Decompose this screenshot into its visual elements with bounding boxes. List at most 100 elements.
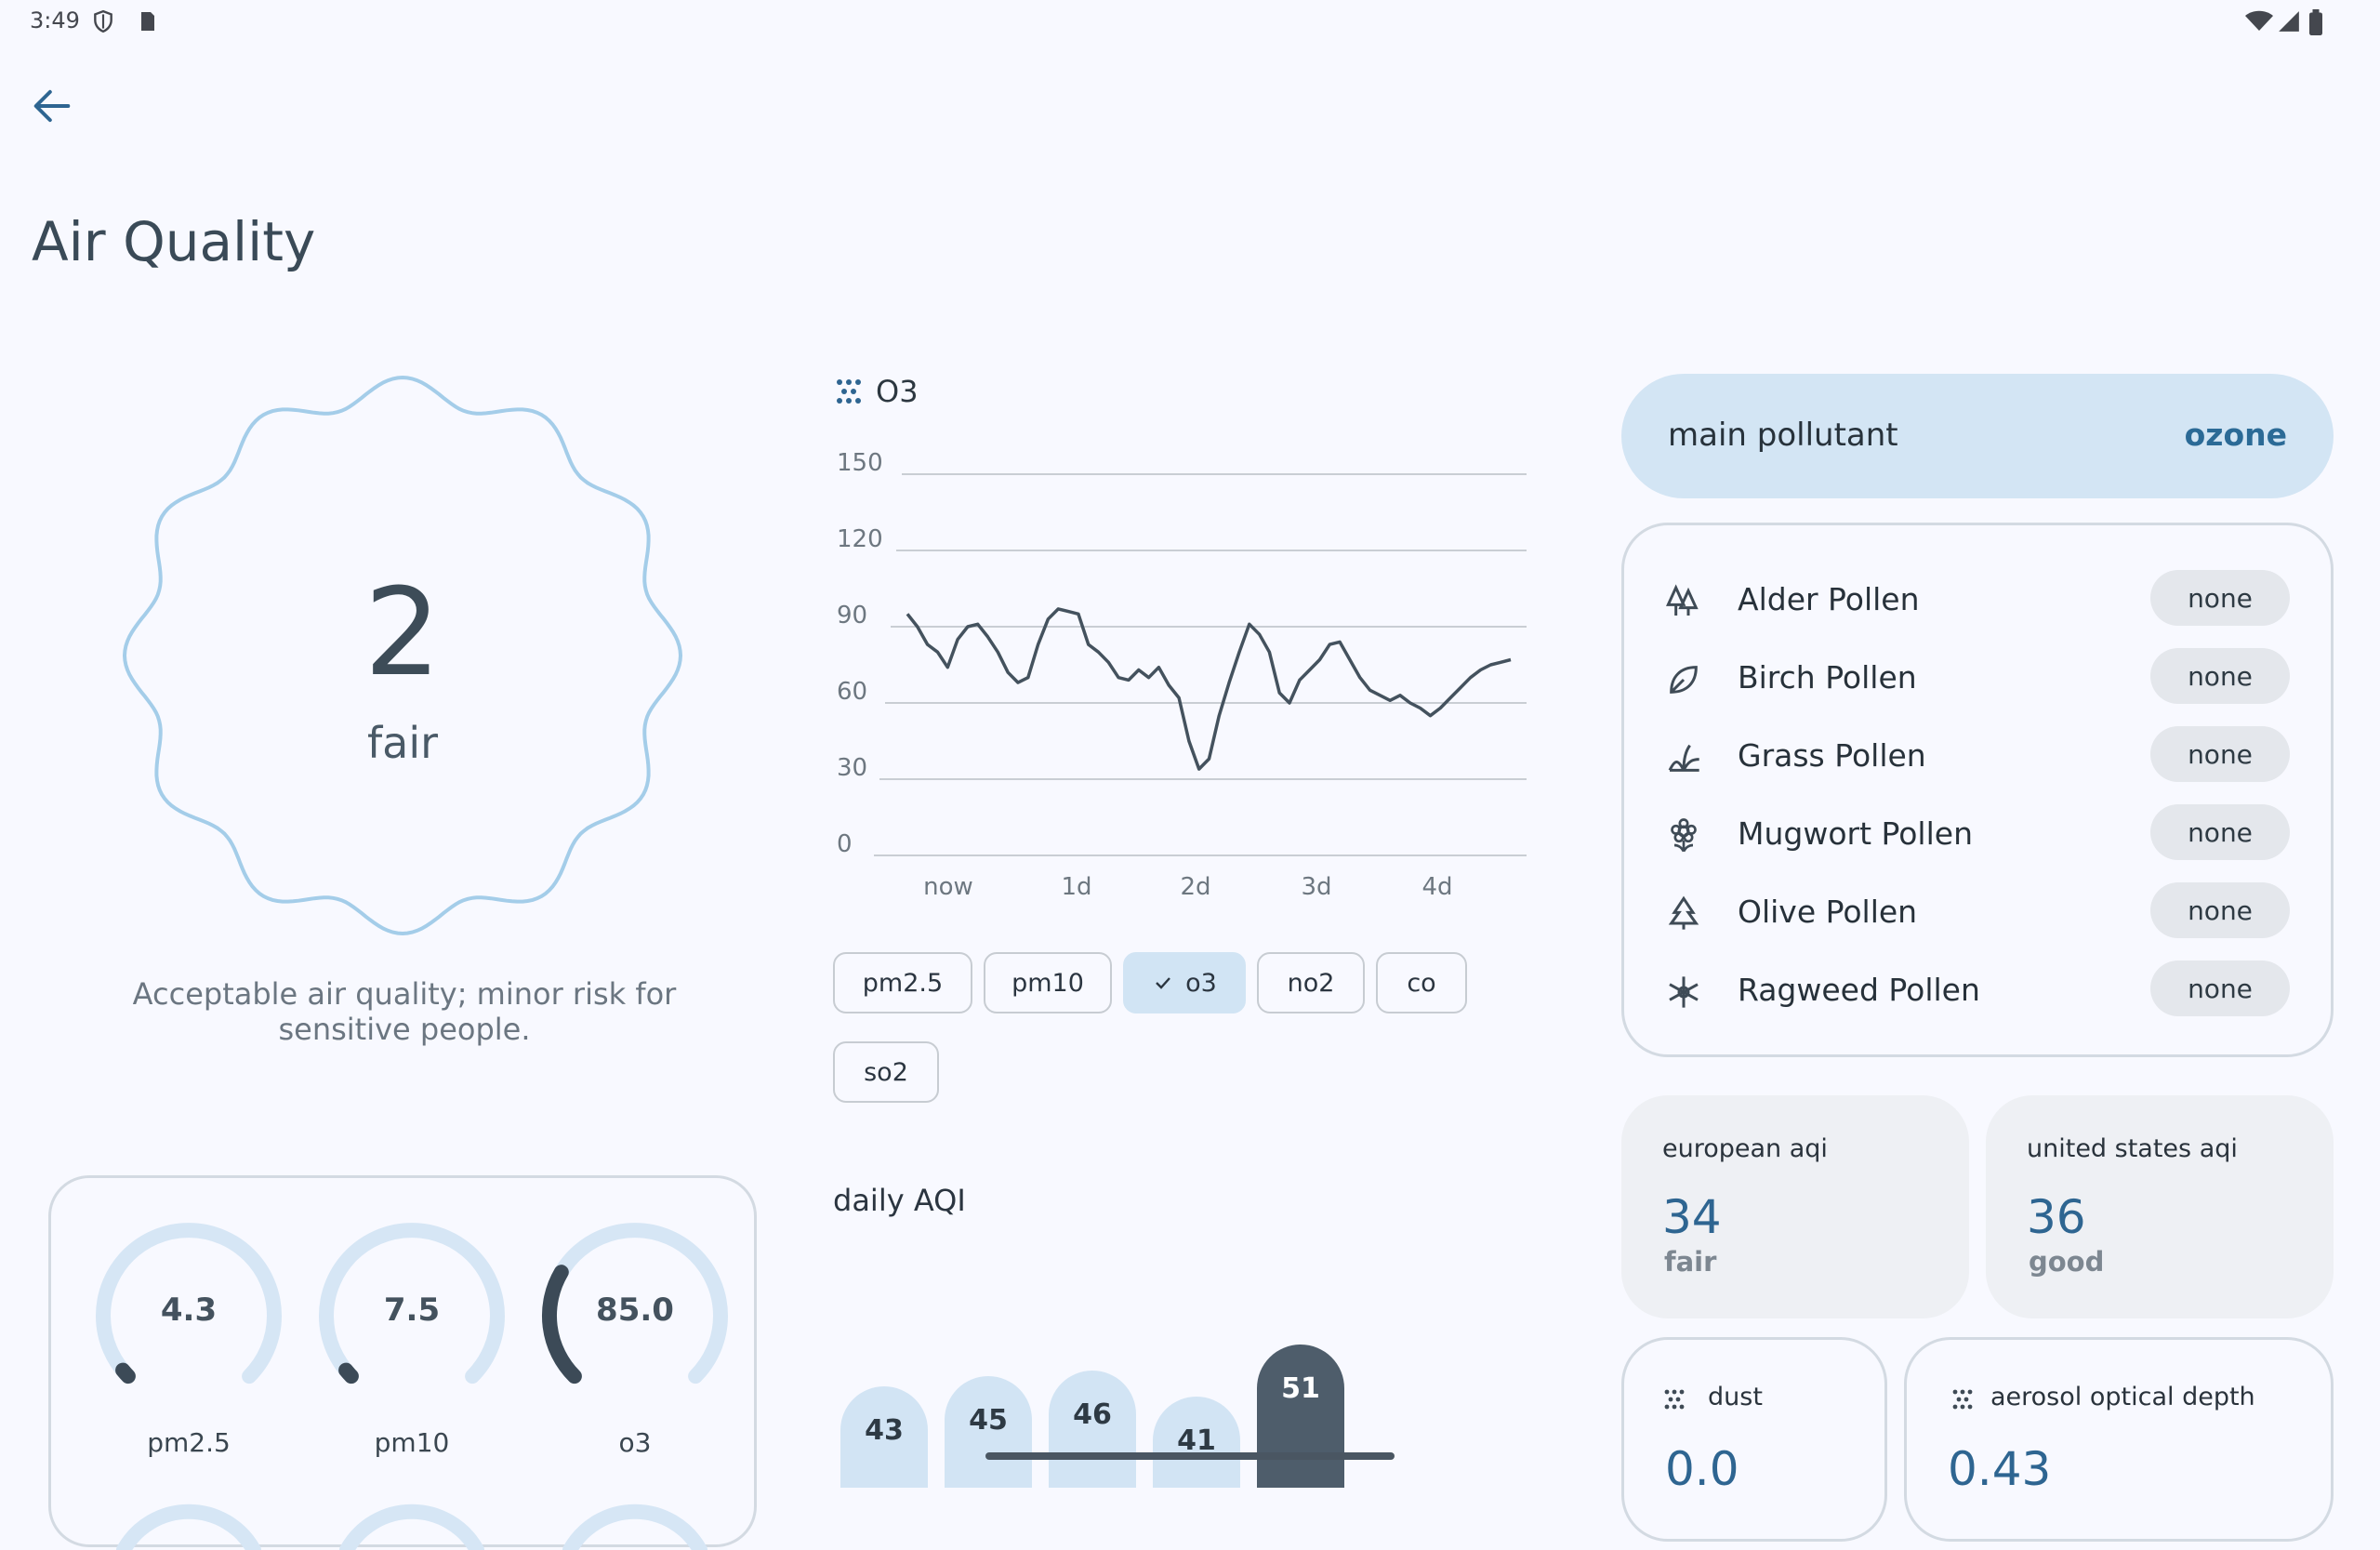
pollutant-gauges-card: 4.3 pm2.5 7.5 pm10 85.0 o3 [48,1175,757,1550]
particles-icon [1952,1389,1973,1410]
y-tick-label: 90 [837,602,867,629]
daily-aqi-bar[interactable]: 45 [945,1376,1032,1488]
aerosol-title: aerosol optical depth [1990,1383,2255,1411]
pollen-row-grass: Grass Pollen none [1624,722,2331,788]
aqi-card-status: good [2029,1246,2105,1278]
pollen-level-badge: none [2150,648,2290,704]
alder-tree-icon [1666,584,1699,616]
particles-icon [837,379,861,404]
pollen-row-birch: Birch Pollen none [1624,644,2331,709]
daily-aqi-bar[interactable]: 43 [840,1386,928,1488]
daily-aqi-value: 46 [1073,1398,1112,1432]
pollen-level-badge: none [2150,960,2290,1016]
chip-pm25[interactable]: pm2.5 [833,952,972,1013]
gauge-pm10: 7.5 pm10 [310,1213,514,1458]
page-title: Air Quality [32,210,316,273]
x-tick-label: 4d [1421,873,1452,901]
aqi-card-status: fair [1664,1246,1717,1278]
chart-header: O3 [835,374,919,409]
aqi-index-value: 2 [364,562,442,703]
daily-aqi-value: 43 [865,1414,904,1448]
aqi-description: Acceptable air quality; minor risk for s… [132,976,677,1047]
pollen-level-badge: none [2150,570,2290,626]
status-bar: 3:49 [0,0,2380,45]
x-tick-label: 3d [1301,873,1331,901]
wifi-icon [2245,10,2273,31]
pollen-level-badge: none [2150,882,2290,938]
gauge-o3: 85.0 o3 [533,1213,737,1458]
horizontal-scrollbar[interactable] [985,1452,1395,1460]
leaf-icon [1670,666,1698,694]
gauge-value: 85.0 [596,1292,674,1329]
pollen-row-alder: Alder Pollen none [1624,566,2331,631]
gauge-label: o3 [618,1427,652,1458]
pollen-name: Mugwort Pollen [1738,815,1973,852]
main-pollutant-value: ozone [2184,417,2287,453]
aerosol-value: 0.43 [1948,1442,2052,1496]
pollen-level-badge: none [2150,726,2290,782]
pollen-row-olive: Olive Pollen none [1624,879,2331,944]
aqi-summary-badge: 2 fair [119,372,686,939]
x-tick-label: 2d [1180,873,1210,901]
y-tick-label: 60 [837,678,867,706]
pollen-level-badge: none [2150,804,2290,860]
main-pollutant-label: main pollutant [1668,417,1898,454]
pollen-name: Birch Pollen [1738,659,1917,696]
chart-title: O3 [876,374,919,409]
aqi-level-label: fair [366,718,439,768]
aqi-card-value: 36 [2027,1190,2086,1244]
status-time: 3:49 [30,7,80,33]
daily-aqi-value: 51 [1281,1372,1320,1406]
chip-no2[interactable]: no2 [1257,952,1365,1013]
daily-aqi-title: daily AQI [833,1183,966,1218]
aqi-card-title: european aqi [1662,1134,1828,1163]
aqi-card-title: united states aqi [2027,1134,2238,1163]
aqi-card-value: 34 [1662,1190,1722,1244]
main-pollutant-pill: main pollutant ozone [1621,374,2334,498]
dust-title: dust [1708,1383,1763,1411]
chip-co[interactable]: co [1376,952,1467,1013]
o3-line-chart: 150 120 90 60 30 0 now 1d 2d 3d 4d [837,449,1527,901]
gauge-label: pm2.5 [147,1427,231,1458]
y-tick-label: 120 [837,525,883,553]
flower-icon [1671,818,1697,853]
daily-aqi-bar[interactable]: 41 [1153,1397,1240,1488]
chip-so2[interactable]: so2 [833,1041,939,1103]
pollen-row-mugwort: Mugwort Pollen none [1624,801,2331,866]
pollen-row-ragweed: Ragweed Pollen none [1624,957,2331,1022]
shield-icon [94,9,112,33]
battery-icon [2309,9,2322,35]
check-icon [1156,977,1171,989]
gauge-pm25: 4.3 pm2.5 [86,1213,291,1458]
ragweed-icon [1669,976,1699,1008]
daily-aqi-bar[interactable]: 46 [1049,1371,1136,1488]
chip-pm10[interactable]: pm10 [984,952,1112,1013]
daily-aqi-bar[interactable]: 51 [1257,1345,1344,1488]
olive-tree-icon [1668,895,1699,930]
x-tick-label: now [923,873,973,901]
pollen-name: Alder Pollen [1738,581,1920,617]
aerosol-card: aerosol optical depth 0.43 [1904,1337,2334,1542]
pollen-name: Ragweed Pollen [1738,972,1980,1008]
gauge-row-partial [116,1504,707,1550]
sd-card-icon [141,12,154,31]
european-aqi-card: european aqi 34 fair [1621,1095,1969,1318]
dust-card: dust 0.0 [1621,1337,1887,1542]
us-aqi-card: united states aqi 36 good [1986,1095,2334,1318]
daily-aqi-value: 45 [969,1404,1008,1437]
grass-icon [1668,744,1699,772]
y-tick-label: 30 [837,754,867,782]
chip-o3[interactable]: o3 [1123,952,1246,1013]
pollen-card: Alder Pollen none Birch Pollen none Gras… [1621,523,2334,1057]
back-arrow-icon[interactable] [28,82,76,130]
y-tick-label: 150 [837,449,883,477]
signal-icon [2279,11,2299,32]
dust-value: 0.0 [1665,1442,1739,1496]
particles-icon [1664,1389,1685,1410]
pollen-name: Grass Pollen [1738,737,1926,774]
x-tick-label: 1d [1061,873,1091,901]
o3-series-line [906,607,1512,771]
gauge-value: 4.3 [160,1292,218,1329]
y-tick-label: 0 [837,830,853,858]
gauge-label: pm10 [374,1427,450,1458]
